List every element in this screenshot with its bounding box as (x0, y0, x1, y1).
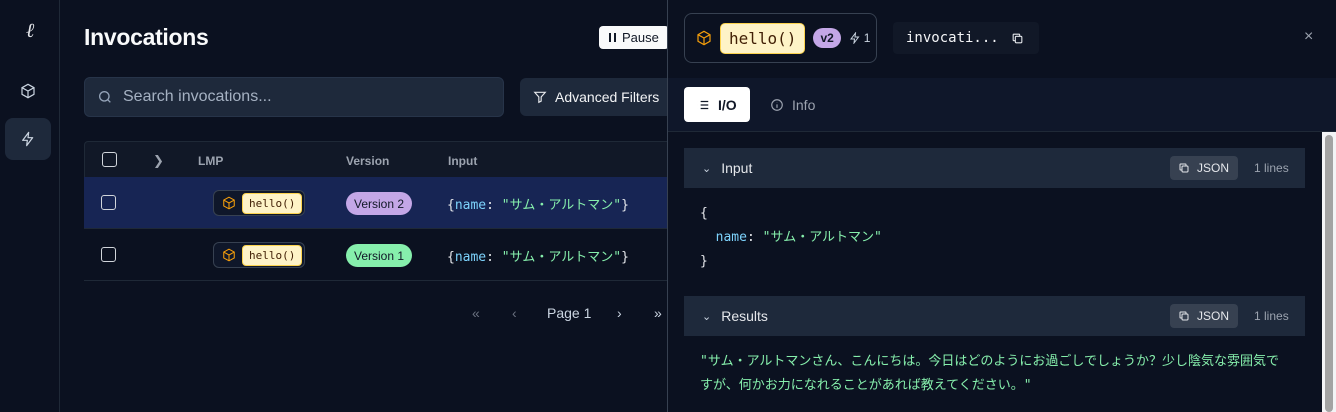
last-page-button[interactable]: » (654, 305, 662, 321)
table-header: ❯ LMP Version Input (84, 141, 667, 177)
bolt-icon (22, 131, 34, 147)
invocation-id-chip[interactable]: invocati... (893, 22, 1039, 54)
first-page-button[interactable]: « (472, 305, 480, 321)
table-row[interactable]: hello() Version 1 {name: "サム・アルトマン"} (84, 229, 667, 281)
lmp-chip[interactable]: hello() (213, 242, 306, 268)
row-checkbox[interactable] (101, 247, 116, 262)
lmp-name: hello() (242, 244, 303, 266)
advanced-filters-button[interactable]: Advanced Filters (520, 78, 667, 116)
results-text: "サム・アルトマンさん、こんにちは。今日はどのようにお過ごしでしょうか？少し陰気… (700, 354, 1280, 393)
input-json-button[interactable]: JSON (1170, 156, 1238, 180)
prev-page-button[interactable]: ‹ (512, 305, 517, 321)
results-json-button[interactable]: JSON (1170, 304, 1238, 328)
input-json-label: JSON (1197, 161, 1230, 175)
open-brace: { (700, 206, 708, 221)
select-all-checkbox[interactable] (102, 152, 117, 167)
version-badge: Version 1 (346, 244, 413, 267)
nav-lmps[interactable] (5, 70, 51, 112)
input-section-title: Input (721, 160, 753, 176)
list-icon (697, 100, 709, 109)
pause-label: Pause (622, 30, 659, 45)
invocation-count-value: 1 (863, 31, 871, 45)
invocation-count: 1 (849, 31, 871, 45)
pagination: « ‹ Page 1 › » (84, 302, 667, 326)
table-row[interactable]: hello() Version 2 {name: "サム・アルトマン"} (84, 177, 667, 229)
tab-io[interactable]: I/O (684, 87, 750, 122)
cube-icon (21, 83, 35, 99)
row-checkbox[interactable] (101, 195, 116, 210)
close-brace: } (700, 254, 708, 269)
detail-tabs: I/O Info (668, 78, 1336, 132)
advanced-filters-label: Advanced Filters (555, 89, 660, 105)
invocation-detail-panel: hello() v2 1 invocati... × I/O Info ⌄ In… (667, 0, 1336, 412)
tab-info-label: Info (792, 96, 816, 113)
version-badge: v2 (813, 28, 841, 48)
page-indicator: Page 1 (547, 305, 592, 321)
chevron-down-icon[interactable]: ⌄ (702, 162, 711, 175)
copy-icon (1179, 311, 1189, 321)
expand-all-chevron-icon[interactable]: ❯ (153, 153, 164, 169)
chevron-down-icon[interactable]: ⌄ (702, 310, 711, 323)
cube-icon (697, 30, 711, 46)
input-value: "サム・アルトマン" (501, 198, 622, 213)
tab-info[interactable]: Info (758, 87, 827, 122)
invocations-table: ❯ LMP Version Input hello() Version 2 {n… (84, 141, 667, 281)
results-json-label: JSON (1197, 309, 1230, 323)
filter-icon (533, 91, 547, 104)
left-rail: ℓ (0, 0, 60, 412)
pause-icon (609, 33, 616, 42)
results-section-title: Results (721, 308, 768, 324)
search-icon (99, 91, 111, 103)
close-panel-button[interactable]: × (1304, 28, 1313, 46)
nav-invocations[interactable] (5, 118, 51, 160)
cube-icon (223, 196, 235, 210)
invocation-id: invocati... (906, 30, 999, 46)
column-header-lmp[interactable]: LMP (198, 154, 223, 168)
input-code: { name: "サム・アルトマン" } (700, 206, 882, 269)
results-section-header[interactable]: ⌄ Results JSON 1 lines (684, 296, 1305, 336)
input-value: "サム・アルトマン" (762, 230, 882, 245)
column-header-input[interactable]: Input (448, 154, 477, 168)
pause-button[interactable]: Pause (599, 26, 667, 49)
cube-icon (223, 248, 235, 262)
lmp-header-chip[interactable]: hello() v2 1 (684, 13, 877, 63)
page-title: Invocations (84, 24, 209, 50)
bolt-icon (849, 32, 860, 44)
results-lines-count: 1 lines (1254, 309, 1289, 323)
input-preview: {name: "サム・アルトマン"} (447, 250, 629, 265)
tab-io-label: I/O (718, 96, 737, 113)
input-preview: {name: "サム・アルトマン"} (447, 198, 629, 213)
next-page-button[interactable]: › (617, 305, 622, 321)
input-key: name (454, 250, 487, 265)
scrollbar-thumb[interactable] (1325, 135, 1333, 412)
copy-icon (1179, 163, 1189, 173)
column-header-version[interactable]: Version (346, 154, 389, 168)
input-value: "サム・アルトマン" (501, 250, 622, 265)
input-key: name (454, 198, 487, 213)
info-icon (771, 98, 783, 111)
input-lines-count: 1 lines (1254, 161, 1289, 175)
lmp-name: hello() (720, 22, 806, 54)
lmp-name: hello() (242, 192, 303, 214)
input-key: name (715, 230, 747, 245)
search-box[interactable] (84, 77, 504, 117)
invocations-view: Invocations Pause Advanced Filters ❯ LMP… (61, 0, 667, 412)
search-input[interactable] (123, 88, 483, 106)
app-logo[interactable]: ℓ (0, 18, 60, 43)
version-badge: Version 2 (346, 192, 413, 215)
copy-icon[interactable] (1011, 32, 1024, 45)
lmp-chip[interactable]: hello() (213, 190, 306, 216)
input-section-header[interactable]: ⌄ Input JSON 1 lines (684, 148, 1305, 188)
